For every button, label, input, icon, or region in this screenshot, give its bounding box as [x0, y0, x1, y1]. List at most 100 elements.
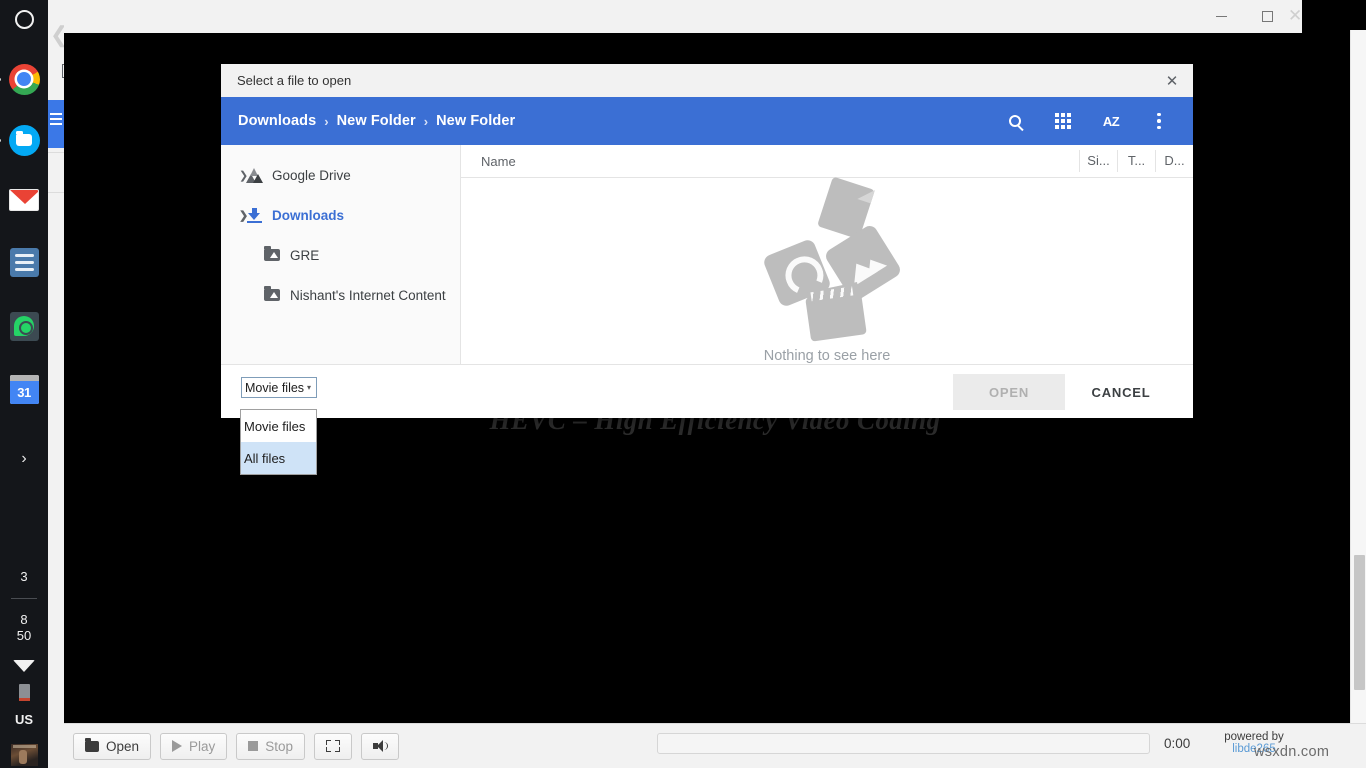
breadcrumb-separator: ›	[424, 114, 428, 129]
divider	[48, 192, 64, 193]
sidebar-item-internet-content[interactable]: Nishant's Internet Content	[221, 275, 460, 315]
sidebar-item-label: Downloads	[272, 208, 344, 223]
shelf-item-gmail[interactable]	[6, 187, 42, 214]
breadcrumb: Downloads › New Folder › New Folder	[238, 113, 991, 129]
column-header-type[interactable]: T...	[1117, 150, 1155, 172]
avatar[interactable]	[6, 741, 42, 768]
fullscreen-button[interactable]	[314, 733, 352, 760]
shelf-item-keep[interactable]	[6, 248, 42, 277]
more-options-icon	[1157, 113, 1161, 130]
view-toggle-button[interactable]	[1039, 97, 1087, 145]
stop-button-label: Stop	[265, 739, 293, 754]
folder-icon	[261, 289, 283, 301]
dropdown-option-movie-files[interactable]: Movie files	[241, 410, 316, 442]
expand-chevron-icon[interactable]: ❯	[221, 209, 243, 222]
file-type-select[interactable]: Movie files ▾	[241, 377, 317, 398]
file-list-header: Name Si... T... D...	[461, 145, 1193, 178]
shelf-item-files[interactable]	[6, 125, 42, 156]
grid-view-icon	[1055, 113, 1071, 129]
clock-hour: 8	[17, 612, 31, 628]
launcher-circle-icon	[15, 10, 34, 29]
dialog-close-button[interactable]: ✕	[1151, 64, 1193, 97]
calendar-day-label: 31	[10, 381, 39, 404]
keep-list-icon	[10, 248, 39, 277]
search-button[interactable]	[991, 97, 1039, 145]
sidebar-item-label: GRE	[290, 248, 319, 263]
dialog-titlebar: Select a file to open ✕	[221, 64, 1193, 97]
shelf-item-launcher[interactable]	[6, 6, 42, 33]
battery-status[interactable]	[6, 679, 42, 706]
outer-close-icon[interactable]: ✕	[1288, 6, 1302, 26]
fullscreen-icon	[326, 740, 340, 752]
stop-button[interactable]: Stop	[236, 733, 305, 760]
whatsapp-icon	[10, 312, 39, 341]
notification-count[interactable]: 3	[6, 563, 42, 590]
dialog-title: Select a file to open	[237, 73, 351, 88]
google-drive-icon	[243, 168, 265, 183]
video-file-icon	[805, 290, 867, 341]
column-header-size[interactable]: Si...	[1079, 150, 1117, 172]
dropdown-option-all-files[interactable]: All files	[241, 442, 316, 474]
sidebar-item-google-drive[interactable]: ❯ Google Drive	[221, 155, 460, 195]
active-dot	[0, 139, 1, 142]
status-tray[interactable]: 8 50	[17, 612, 31, 644]
stop-icon	[248, 741, 258, 751]
minimize-button[interactable]	[1198, 0, 1244, 33]
sort-button[interactable]: AZ	[1087, 97, 1135, 145]
folder-icon	[85, 741, 99, 752]
shelf-item-calendar[interactable]: 31	[6, 375, 42, 404]
sidebar-item-label: Google Drive	[272, 168, 351, 183]
vertical-scrollbar[interactable]	[1350, 30, 1366, 723]
play-button[interactable]: Play	[160, 733, 227, 760]
keyboard-layout[interactable]: US	[6, 706, 42, 733]
site-watermark: wsxdn.com	[1254, 744, 1329, 760]
sidebar-item-downloads[interactable]: ❯ Downloads	[221, 195, 460, 235]
files-app-icon	[9, 125, 40, 156]
wifi-status[interactable]	[6, 652, 42, 679]
open-button-label: Open	[106, 739, 139, 754]
breadcrumb-item-2[interactable]: New Folder	[436, 113, 515, 129]
folder-icon	[261, 249, 283, 261]
shelf-divider	[11, 598, 37, 599]
maximize-button[interactable]	[1244, 0, 1290, 33]
chrome-icon	[9, 64, 40, 95]
open-button[interactable]: Open	[73, 733, 151, 760]
powered-by-prefix: powered by	[1224, 731, 1283, 743]
column-header-name[interactable]: Name	[461, 154, 1079, 169]
battery-icon	[19, 684, 30, 701]
open-button[interactable]: OPEN	[953, 374, 1065, 410]
shelf-item-whatsapp[interactable]	[6, 312, 42, 341]
column-header-date[interactable]: D...	[1155, 150, 1193, 172]
more-options-button[interactable]	[1135, 97, 1183, 145]
hamburger-menu-icon[interactable]	[50, 113, 62, 128]
seek-slider[interactable]	[657, 733, 1150, 754]
gmail-icon	[9, 189, 39, 211]
empty-state: Nothing to see here	[461, 178, 1193, 364]
dialog-header: Downloads › New Folder › New Folder AZ	[221, 97, 1193, 145]
chevron-right-icon: ›	[21, 450, 26, 468]
active-dot	[0, 78, 1, 81]
scrollbar-thumb[interactable]	[1354, 555, 1365, 690]
file-type-dropdown-menu: Movie files All files	[240, 409, 317, 475]
cancel-button[interactable]: CANCEL	[1073, 374, 1169, 410]
play-icon	[172, 740, 182, 752]
expand-chevron-icon[interactable]: ❯	[221, 169, 243, 182]
sort-az-icon: AZ	[1103, 114, 1119, 129]
dialog-footer: Movie files ▾ OPEN CANCEL	[221, 364, 1193, 418]
window-gap	[1302, 0, 1350, 723]
chromeos-shelf: 31 › 3 8 50 US	[0, 0, 48, 768]
shelf-item-chrome[interactable]	[6, 64, 42, 95]
file-picker-dialog: Select a file to open ✕ Downloads › New …	[221, 64, 1193, 418]
sidebar-item-gre[interactable]: GRE	[221, 235, 460, 275]
speaker-icon	[373, 740, 387, 752]
dialog-sidebar: ❯ Google Drive ❯ Downloads GRE	[221, 145, 461, 364]
divider	[48, 152, 64, 153]
shelf-expand-button[interactable]: ›	[6, 446, 42, 473]
search-icon	[1009, 115, 1021, 127]
empty-state-illustration	[762, 184, 892, 334]
breadcrumb-item-1[interactable]: New Folder	[337, 113, 416, 129]
dialog-body: ❯ Google Drive ❯ Downloads GRE	[221, 145, 1193, 364]
volume-button[interactable]	[361, 733, 399, 760]
breadcrumb-item-0[interactable]: Downloads	[238, 113, 316, 129]
calendar-icon: 31	[10, 375, 39, 404]
